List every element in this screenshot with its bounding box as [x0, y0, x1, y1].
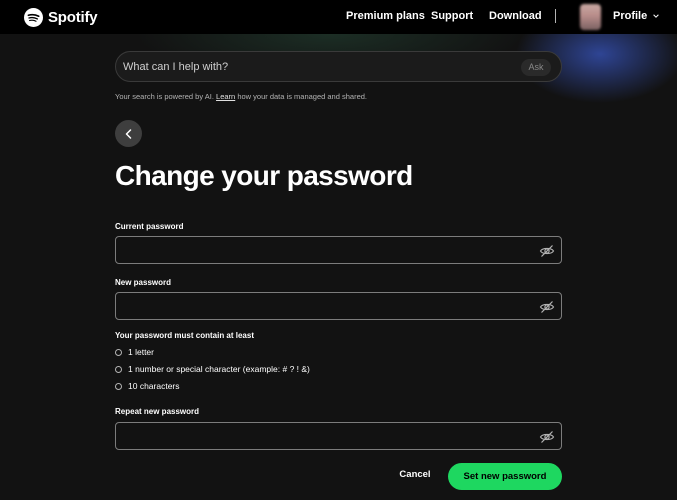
requirement-item: 10 characters — [115, 381, 180, 391]
requirement-text: 10 characters — [128, 381, 180, 391]
spotify-logo-icon — [24, 7, 43, 27]
requirement-status-icon — [115, 348, 122, 356]
cancel-button[interactable]: Cancel — [392, 469, 438, 480]
chevron-left-icon — [125, 128, 131, 139]
requirement-text: 1 number or special character (example: … — [128, 364, 310, 374]
nav-premium-plans[interactable]: Premium plans — [346, 10, 425, 22]
spotify-logo[interactable]: Spotify — [24, 7, 98, 27]
profile-menu[interactable]: Profile — [613, 10, 660, 22]
repeat-password-field — [115, 422, 562, 450]
back-button[interactable] — [115, 120, 142, 147]
nav-download[interactable]: Download — [489, 10, 542, 22]
eye-off-icon[interactable] — [539, 429, 555, 445]
nav-divider — [555, 9, 556, 23]
avatar[interactable] — [580, 4, 601, 30]
current-password-field — [115, 236, 562, 264]
ai-search-box: Ask — [115, 51, 562, 82]
chevron-down-icon — [653, 14, 660, 18]
learn-link[interactable]: Learn — [216, 92, 235, 101]
requirements-title: Your password must contain at least — [115, 331, 254, 340]
profile-label: Profile — [613, 10, 648, 22]
nav-support[interactable]: Support — [431, 10, 473, 22]
current-password-input[interactable] — [124, 243, 524, 259]
requirement-item: 1 letter — [115, 347, 154, 357]
new-password-label: New password — [115, 278, 172, 287]
repeat-password-input[interactable] — [124, 429, 524, 445]
page-title: Change your password — [115, 160, 413, 191]
ai-search-input[interactable] — [123, 59, 503, 75]
requirement-item: 1 number or special character (example: … — [115, 364, 310, 374]
search-note-suffix: how your data is managed and shared. — [237, 92, 367, 101]
current-password-label: Current password — [115, 222, 184, 231]
ask-button[interactable]: Ask — [521, 59, 551, 76]
new-password-field — [115, 292, 562, 320]
requirement-text: 1 letter — [128, 347, 154, 357]
set-new-password-button[interactable]: Set new password — [448, 463, 562, 490]
requirement-status-icon — [115, 382, 122, 390]
requirement-status-icon — [115, 365, 122, 373]
eye-off-icon[interactable] — [539, 299, 555, 315]
search-note-prefix: Your search is powered by AI. — [115, 92, 214, 101]
top-nav: Spotify Premium plans Support Download P… — [0, 0, 677, 34]
search-disclaimer: Your search is powered by AI. Learn how … — [115, 92, 367, 101]
new-password-input[interactable] — [124, 299, 524, 315]
repeat-password-label: Repeat new password — [115, 407, 200, 416]
brand-name: Spotify — [48, 8, 98, 26]
eye-off-icon[interactable] — [539, 243, 555, 259]
